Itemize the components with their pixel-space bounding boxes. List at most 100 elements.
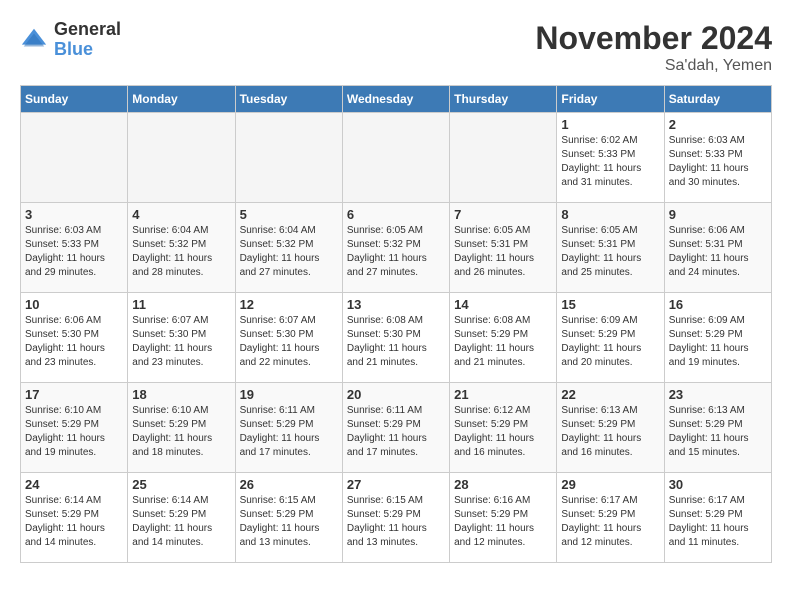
title-block: November 2024 Sa'dah, Yemen xyxy=(535,20,772,75)
calendar-cell: 4 Sunrise: 6:04 AM Sunset: 5:32 PM Daylig… xyxy=(128,203,235,293)
calendar-cell: 21 Sunrise: 6:12 AM Sunset: 5:29 PM Dayli… xyxy=(450,383,557,473)
day-number: 23 xyxy=(669,387,767,402)
calendar-cell: 29Sunrise: 6:17 AM Sunset: 5:29 PM Dayli… xyxy=(557,473,664,563)
day-detail: Sunrise: 6:05 AM Sunset: 5:32 PM Dayligh… xyxy=(347,224,445,280)
day-detail: Sunrise: 6:10 AM Sunset: 5:29 PM Dayligh… xyxy=(132,404,230,460)
calendar-header-row: SundayMondayTuesdayWednesdayThursdayFrid… xyxy=(21,86,772,113)
day-number: 30 xyxy=(669,477,767,492)
day-detail: Sunrise: 6:12 AM Sunset: 5:29 PM Dayligh… xyxy=(454,404,552,460)
day-detail: Sunrise: 6:06 AM Sunset: 5:31 PM Dayligh… xyxy=(669,224,767,280)
day-number: 7 xyxy=(454,207,552,222)
day-number: 27 xyxy=(347,477,445,492)
day-detail: Sunrise: 6:05 AM Sunset: 5:31 PM Dayligh… xyxy=(561,224,659,280)
calendar-cell: 25 Sunrise: 6:14 AM Sunset: 5:29 PM Dayli… xyxy=(128,473,235,563)
day-number: 6 xyxy=(347,207,445,222)
day-number: 8 xyxy=(561,207,659,222)
day-number: 2 xyxy=(669,117,767,132)
day-number: 9 xyxy=(669,207,767,222)
day-detail: Sunrise: 6:09 AM Sunset: 5:29 PM Dayligh… xyxy=(669,314,767,370)
day-detail: Sunrise: 6:03 AM Sunset: 5:33 PM Dayligh… xyxy=(25,224,123,280)
weekday-header: Monday xyxy=(128,86,235,113)
calendar-cell: 26Sunrise: 6:15 AM Sunset: 5:29 PM Dayli… xyxy=(235,473,342,563)
calendar-week-row: 3 Sunrise: 6:03 AM Sunset: 5:33 PM Daylig… xyxy=(21,203,772,293)
calendar-cell: 30 Sunrise: 6:17 AM Sunset: 5:29 PM Dayli… xyxy=(664,473,771,563)
calendar-cell: 16 Sunrise: 6:09 AM Sunset: 5:29 PM Dayli… xyxy=(664,293,771,383)
calendar-cell xyxy=(128,113,235,203)
day-detail: Sunrise: 6:04 AM Sunset: 5:32 PM Dayligh… xyxy=(132,224,230,280)
calendar-cell: 27 Sunrise: 6:15 AM Sunset: 5:29 PM Dayli… xyxy=(342,473,449,563)
day-number: 12 xyxy=(240,297,338,312)
calendar-cell: 2Sunrise: 6:03 AM Sunset: 5:33 PM Daylig… xyxy=(664,113,771,203)
calendar-cell: 6 Sunrise: 6:05 AM Sunset: 5:32 PM Daylig… xyxy=(342,203,449,293)
calendar-cell: 13 Sunrise: 6:08 AM Sunset: 5:30 PM Dayli… xyxy=(342,293,449,383)
weekday-header: Sunday xyxy=(21,86,128,113)
day-number: 1 xyxy=(561,117,659,132)
day-detail: Sunrise: 6:16 AM Sunset: 5:29 PM Dayligh… xyxy=(454,494,552,550)
day-number: 22 xyxy=(561,387,659,402)
calendar-cell: 23 Sunrise: 6:13 AM Sunset: 5:29 PM Dayli… xyxy=(664,383,771,473)
day-detail: Sunrise: 6:07 AM Sunset: 5:30 PM Dayligh… xyxy=(240,314,338,370)
calendar-cell: 7 Sunrise: 6:05 AM Sunset: 5:31 PM Daylig… xyxy=(450,203,557,293)
day-number: 10 xyxy=(25,297,123,312)
weekday-header: Wednesday xyxy=(342,86,449,113)
calendar-cell: 19 Sunrise: 6:11 AM Sunset: 5:29 PM Dayli… xyxy=(235,383,342,473)
calendar-cell: 8 Sunrise: 6:05 AM Sunset: 5:31 PM Daylig… xyxy=(557,203,664,293)
day-number: 28 xyxy=(454,477,552,492)
day-number: 15 xyxy=(561,297,659,312)
calendar-cell: 10 Sunrise: 6:06 AM Sunset: 5:30 PM Dayli… xyxy=(21,293,128,383)
day-detail: Sunrise: 6:15 AM Sunset: 5:29 PM Dayligh… xyxy=(347,494,445,550)
day-detail: Sunrise: 6:05 AM Sunset: 5:31 PM Dayligh… xyxy=(454,224,552,280)
logo-general-text: General xyxy=(54,19,121,39)
weekday-header: Thursday xyxy=(450,86,557,113)
calendar-table: SundayMondayTuesdayWednesdayThursdayFrid… xyxy=(20,85,772,563)
calendar-cell xyxy=(342,113,449,203)
calendar-cell xyxy=(235,113,342,203)
day-number: 16 xyxy=(669,297,767,312)
day-number: 25 xyxy=(132,477,230,492)
day-number: 24 xyxy=(25,477,123,492)
day-detail: Sunrise: 6:17 AM Sunset: 5:29 PM Dayligh… xyxy=(669,494,767,550)
day-number: 4 xyxy=(132,207,230,222)
day-detail: Sunrise: 6:08 AM Sunset: 5:29 PM Dayligh… xyxy=(454,314,552,370)
day-number: 13 xyxy=(347,297,445,312)
day-detail: Sunrise: 6:14 AM Sunset: 5:29 PM Dayligh… xyxy=(132,494,230,550)
calendar-cell: 9 Sunrise: 6:06 AM Sunset: 5:31 PM Daylig… xyxy=(664,203,771,293)
calendar-cell: 18 Sunrise: 6:10 AM Sunset: 5:29 PM Dayli… xyxy=(128,383,235,473)
page-header: General Blue November 2024 Sa'dah, Yemen xyxy=(20,20,772,75)
day-number: 21 xyxy=(454,387,552,402)
day-detail: Sunrise: 6:02 AM Sunset: 5:33 PM Dayligh… xyxy=(561,134,659,190)
day-number: 18 xyxy=(132,387,230,402)
day-detail: Sunrise: 6:11 AM Sunset: 5:29 PM Dayligh… xyxy=(240,404,338,460)
calendar-cell: 14Sunrise: 6:08 AM Sunset: 5:29 PM Dayli… xyxy=(450,293,557,383)
calendar-week-row: 17 Sunrise: 6:10 AM Sunset: 5:29 PM Dayli… xyxy=(21,383,772,473)
weekday-header: Tuesday xyxy=(235,86,342,113)
calendar-cell xyxy=(450,113,557,203)
calendar-cell: 24 Sunrise: 6:14 AM Sunset: 5:29 PM Dayli… xyxy=(21,473,128,563)
day-detail: Sunrise: 6:10 AM Sunset: 5:29 PM Dayligh… xyxy=(25,404,123,460)
calendar-cell: 22 Sunrise: 6:13 AM Sunset: 5:29 PM Dayli… xyxy=(557,383,664,473)
day-number: 19 xyxy=(240,387,338,402)
calendar-cell: 15 Sunrise: 6:09 AM Sunset: 5:29 PM Dayli… xyxy=(557,293,664,383)
month-title: November 2024 xyxy=(535,20,772,57)
day-detail: Sunrise: 6:09 AM Sunset: 5:29 PM Dayligh… xyxy=(561,314,659,370)
day-number: 17 xyxy=(25,387,123,402)
calendar-cell: 5Sunrise: 6:04 AM Sunset: 5:32 PM Daylig… xyxy=(235,203,342,293)
day-number: 3 xyxy=(25,207,123,222)
day-detail: Sunrise: 6:08 AM Sunset: 5:30 PM Dayligh… xyxy=(347,314,445,370)
day-detail: Sunrise: 6:07 AM Sunset: 5:30 PM Dayligh… xyxy=(132,314,230,370)
logo: General Blue xyxy=(20,20,121,60)
weekday-header: Saturday xyxy=(664,86,771,113)
weekday-header: Friday xyxy=(557,86,664,113)
day-number: 11 xyxy=(132,297,230,312)
calendar-cell: 1 Sunrise: 6:02 AM Sunset: 5:33 PM Daylig… xyxy=(557,113,664,203)
calendar-cell: 20Sunrise: 6:11 AM Sunset: 5:29 PM Dayli… xyxy=(342,383,449,473)
day-detail: Sunrise: 6:14 AM Sunset: 5:29 PM Dayligh… xyxy=(25,494,123,550)
day-detail: Sunrise: 6:13 AM Sunset: 5:29 PM Dayligh… xyxy=(561,404,659,460)
day-detail: Sunrise: 6:13 AM Sunset: 5:29 PM Dayligh… xyxy=(669,404,767,460)
location-text: Sa'dah, Yemen xyxy=(535,57,772,75)
day-detail: Sunrise: 6:17 AM Sunset: 5:29 PM Dayligh… xyxy=(561,494,659,550)
day-detail: Sunrise: 6:06 AM Sunset: 5:30 PM Dayligh… xyxy=(25,314,123,370)
day-detail: Sunrise: 6:04 AM Sunset: 5:32 PM Dayligh… xyxy=(240,224,338,280)
calendar-week-row: 1 Sunrise: 6:02 AM Sunset: 5:33 PM Daylig… xyxy=(21,113,772,203)
calendar-cell: 17 Sunrise: 6:10 AM Sunset: 5:29 PM Dayli… xyxy=(21,383,128,473)
